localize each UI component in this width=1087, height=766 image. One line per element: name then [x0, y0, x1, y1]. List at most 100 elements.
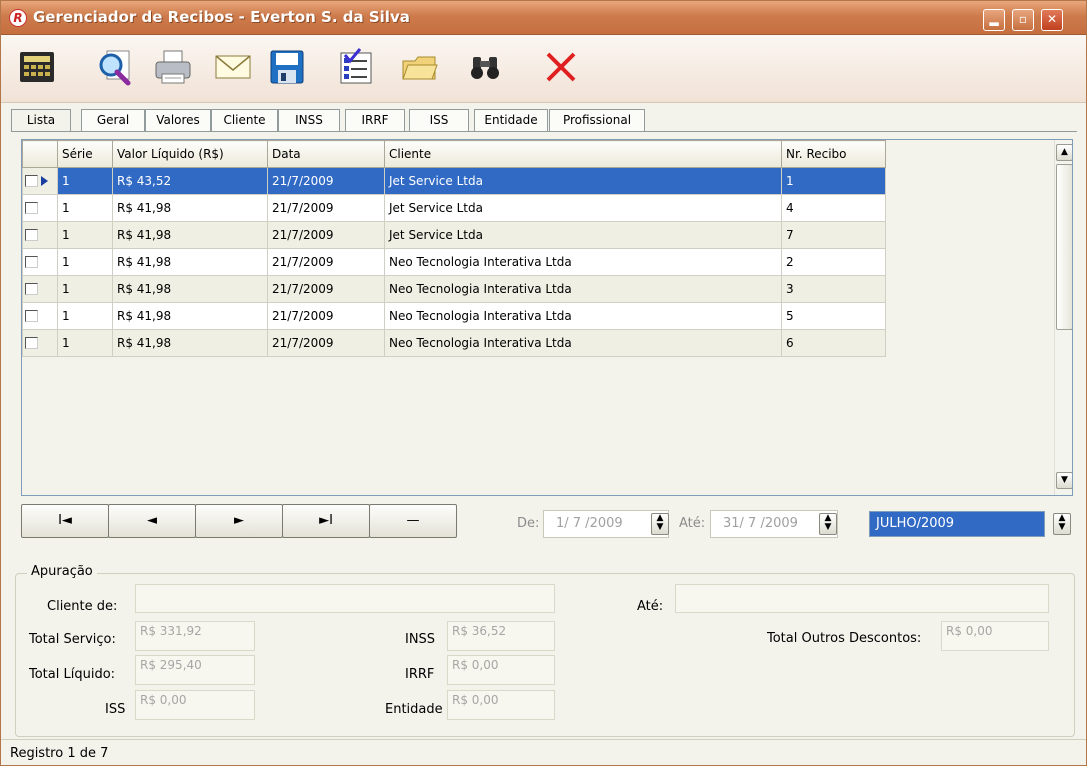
cell-valor[interactable]: R$ 41,98: [112, 221, 268, 249]
to-date-spinner[interactable]: ▲ ▼: [819, 513, 837, 535]
receipts-grid[interactable]: Série Valor Líquido (R$) Data Cliente Nr…: [21, 139, 1073, 496]
cell-serie[interactable]: 1: [57, 275, 113, 303]
cell-cliente[interactable]: Jet Service Ltda: [384, 167, 782, 195]
col-header-serie[interactable]: Série: [57, 140, 113, 168]
tab-inss[interactable]: INSS: [278, 109, 340, 131]
row-checkbox[interactable]: [25, 337, 38, 349]
col-header-valor[interactable]: Valor Líquido (R$): [112, 140, 268, 168]
from-date-spinner[interactable]: ▲ ▼: [651, 513, 669, 535]
cell-data[interactable]: 21/7/2009: [267, 275, 385, 303]
cell-valor[interactable]: R$ 43,52: [112, 167, 268, 195]
cell-data[interactable]: 21/7/2009: [267, 221, 385, 249]
col-header-nr-recibo[interactable]: Nr. Recibo: [781, 140, 886, 168]
tab-lista[interactable]: Lista: [11, 109, 71, 132]
cell-cliente[interactable]: Jet Service Ltda: [384, 221, 782, 249]
col-header-cliente[interactable]: Cliente: [384, 140, 782, 168]
prior-record-button[interactable]: ◄: [108, 504, 196, 538]
row-indicator[interactable]: [22, 275, 58, 303]
cliente-ate-input[interactable]: [675, 584, 1049, 613]
cell-cliente[interactable]: Neo Tecnologia Interativa Ltda: [384, 248, 782, 276]
table-row[interactable]: 1 R$ 41,98 21/7/2009 Neo Tecnologia Inte…: [22, 302, 886, 330]
cell-nr-recibo[interactable]: 1: [781, 167, 886, 195]
cell-nr-recibo[interactable]: 6: [781, 329, 886, 357]
cell-data[interactable]: 21/7/2009: [267, 329, 385, 357]
cell-valor[interactable]: R$ 41,98: [112, 329, 268, 357]
row-checkbox[interactable]: [25, 202, 38, 214]
find-button[interactable]: [463, 43, 507, 91]
table-row[interactable]: 1 R$ 43,52 21/7/2009 Jet Service Ltda 1: [22, 167, 886, 195]
table-row[interactable]: 1 R$ 41,98 21/7/2009 Neo Tecnologia Inte…: [22, 248, 886, 276]
print-button[interactable]: [151, 43, 195, 91]
cell-serie[interactable]: 1: [57, 221, 113, 249]
scroll-down-button[interactable]: ▼: [1056, 472, 1072, 489]
close-window-button[interactable]: ✕: [1041, 9, 1063, 31]
row-indicator[interactable]: [22, 248, 58, 276]
cancel-button[interactable]: [539, 43, 583, 91]
cell-cliente[interactable]: Neo Tecnologia Interativa Ltda: [384, 302, 782, 330]
next-record-button[interactable]: ►: [195, 504, 283, 538]
cell-serie[interactable]: 1: [57, 194, 113, 222]
last-record-button[interactable]: ►I: [282, 504, 370, 538]
delete-record-button[interactable]: —: [369, 504, 457, 538]
row-checkbox[interactable]: [25, 175, 38, 187]
month-select[interactable]: JULHO/2009: [869, 511, 1045, 537]
cell-serie[interactable]: 1: [57, 248, 113, 276]
checklist-button[interactable]: [334, 43, 378, 91]
col-header-data[interactable]: Data: [267, 140, 385, 168]
tab-geral[interactable]: Geral: [81, 109, 145, 131]
table-row[interactable]: 1 R$ 41,98 21/7/2009 Jet Service Ltda 4: [22, 194, 886, 222]
preview-button[interactable]: [93, 43, 137, 91]
row-checkbox[interactable]: [25, 229, 38, 241]
cell-cliente[interactable]: Jet Service Ltda: [384, 194, 782, 222]
maximize-button[interactable]: ▫: [1012, 9, 1034, 31]
cell-nr-recibo[interactable]: 5: [781, 302, 886, 330]
cell-data[interactable]: 21/7/2009: [267, 302, 385, 330]
tab-cliente[interactable]: Cliente: [211, 109, 278, 131]
cell-nr-recibo[interactable]: 3: [781, 275, 886, 303]
tab-iss[interactable]: ISS: [409, 109, 469, 131]
cell-nr-recibo[interactable]: 7: [781, 221, 886, 249]
email-button[interactable]: [211, 43, 255, 91]
cell-nr-recibo[interactable]: 2: [781, 248, 886, 276]
row-checkbox[interactable]: [25, 310, 38, 322]
cell-data[interactable]: 21/7/2009: [267, 167, 385, 195]
app-window: R Gerenciador de Recibos - Everton S. da…: [0, 0, 1087, 766]
cell-cliente[interactable]: Neo Tecnologia Interativa Ltda: [384, 329, 782, 357]
row-indicator[interactable]: [22, 302, 58, 330]
tab-irrf[interactable]: IRRF: [345, 109, 405, 131]
tab-valores[interactable]: Valores: [145, 109, 211, 131]
cell-serie[interactable]: 1: [57, 302, 113, 330]
cell-nr-recibo[interactable]: 4: [781, 194, 886, 222]
tab-profissional[interactable]: Profissional: [549, 109, 645, 131]
month-spinner[interactable]: ▲ ▼: [1053, 513, 1071, 535]
first-record-button[interactable]: I◄: [21, 504, 109, 538]
scroll-thumb[interactable]: [1056, 164, 1072, 330]
row-checkbox[interactable]: [25, 256, 38, 268]
cell-valor[interactable]: R$ 41,98: [112, 248, 268, 276]
cell-serie[interactable]: 1: [57, 329, 113, 357]
minimize-button[interactable]: ▂: [983, 9, 1005, 31]
cell-serie[interactable]: 1: [57, 167, 113, 195]
tab-entidade[interactable]: Entidade: [474, 109, 548, 131]
save-button[interactable]: [265, 43, 309, 91]
row-checkbox[interactable]: [25, 283, 38, 295]
open-folder-button[interactable]: [397, 43, 441, 91]
cell-data[interactable]: 21/7/2009: [267, 194, 385, 222]
cell-data[interactable]: 21/7/2009: [267, 248, 385, 276]
row-indicator[interactable]: [22, 329, 58, 357]
row-indicator[interactable]: [22, 221, 58, 249]
table-row[interactable]: 1 R$ 41,98 21/7/2009 Jet Service Ltda 7: [22, 221, 886, 249]
table-row[interactable]: 1 R$ 41,98 21/7/2009 Neo Tecnologia Inte…: [22, 275, 886, 303]
row-indicator[interactable]: [22, 194, 58, 222]
vertical-scrollbar[interactable]: ▲ ▼: [1054, 140, 1072, 495]
title-bar[interactable]: R Gerenciador de Recibos - Everton S. da…: [1, 1, 1086, 35]
cell-cliente[interactable]: Neo Tecnologia Interativa Ltda: [384, 275, 782, 303]
cliente-de-input[interactable]: [135, 584, 555, 613]
scroll-up-button[interactable]: ▲: [1056, 144, 1072, 161]
row-indicator[interactable]: [22, 167, 58, 195]
calculator-button[interactable]: [15, 43, 59, 91]
cell-valor[interactable]: R$ 41,98: [112, 194, 268, 222]
cell-valor[interactable]: R$ 41,98: [112, 275, 268, 303]
table-row[interactable]: 1 R$ 41,98 21/7/2009 Neo Tecnologia Inte…: [22, 329, 886, 357]
cell-valor[interactable]: R$ 41,98: [112, 302, 268, 330]
